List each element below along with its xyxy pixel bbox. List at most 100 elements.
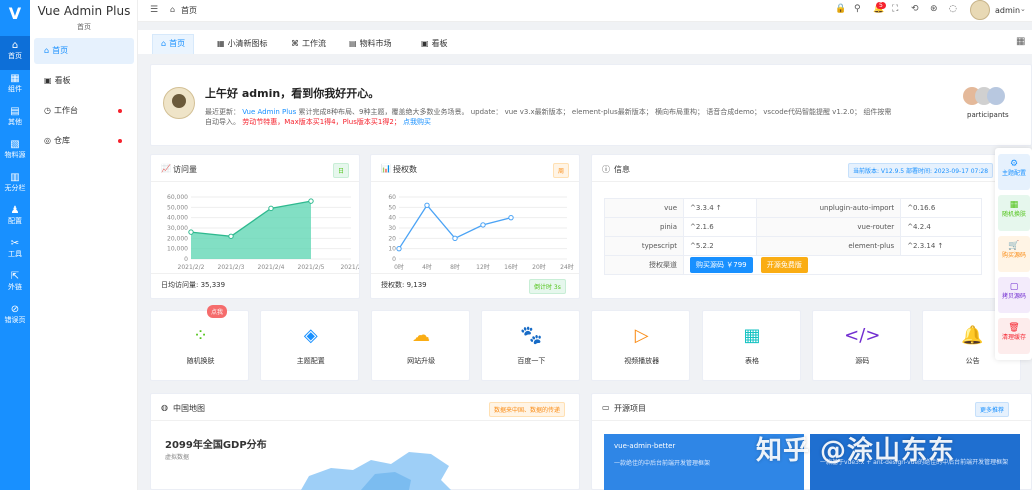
tab[interactable]: ⌘ 工作流 [282, 34, 335, 54]
rail-item[interactable]: ♟ 配置 [0, 201, 30, 235]
sidebar-label: 工作台 [53, 106, 78, 115]
quick-action-card[interactable]: ☁ 网站升级 [370, 310, 470, 381]
map-title: 中国地图 [173, 404, 205, 413]
map-heading: 2099年全国GDP分布 [165, 440, 267, 451]
quick-action-card[interactable]: ▷ 视频播放器 [591, 310, 691, 381]
rail-item[interactable]: ✂ 工具 [0, 234, 30, 268]
float-panel-item[interactable]: ▦ 随机换肤 [998, 195, 1030, 231]
buy-source-button[interactable]: 购买源码 ￥799 [690, 257, 753, 273]
y-tick-label: 30,000 [167, 225, 188, 232]
update-line: 最近更新： Vue Admin Plus 累计完成8种布局、9种主题，覆盖绝大多… [205, 107, 965, 117]
map-card: ◍ 中国地图 数据来中国、数据的传递 2099年全国GDP分布 虚拟数据 [150, 393, 580, 490]
refresh-icon[interactable]: ⟲ [911, 4, 919, 14]
rail-label: 错误页 [4, 316, 26, 324]
float-panel-item[interactable]: ▢ 拷贝源码 [998, 277, 1030, 313]
language-icon[interactable]: ◌ [949, 4, 957, 14]
auth-card: 📊 授权数 周 60 50 40 30 20 10 0 0时 4时 8时 12时 16时 20时 24时 … [370, 154, 580, 299]
tab-label: 看板 [431, 39, 448, 48]
sidebar-item[interactable]: ▣ 看板 [34, 68, 134, 94]
rail-label: 工具 [8, 250, 22, 258]
sidebar-item[interactable]: ◷ 工作台 [34, 98, 134, 124]
divider [151, 420, 579, 421]
quick-action-card[interactable]: </> 源码 [811, 310, 911, 381]
x-tick-label: 0时 [394, 263, 404, 271]
rail-item[interactable]: ⌂ 首页 [0, 36, 30, 70]
update-text: 累计完成8种布局、9种主题，覆盖绝大多数业务场景。 [298, 108, 469, 116]
visits-card: 📈 访问量 日 60,000 50,000 40,000 30,000 20,000 10… [150, 154, 360, 299]
dependency-row: pinia ^2.1.6 vue-router ^4.2.4 [603, 217, 982, 237]
quick-action-card[interactable]: ▦ 表格 [701, 310, 801, 381]
tab-label: 工作流 [302, 39, 326, 48]
quick-action-card[interactable]: 🐾 百度一下 [480, 310, 580, 381]
rail-label: 外链 [8, 283, 22, 291]
float-panel-item[interactable]: 🛒 购买源码 [998, 236, 1030, 272]
breadcrumb[interactable]: 首页 [181, 5, 197, 16]
tab[interactable]: ⌂ 首页 [152, 34, 195, 54]
tab-label: 首页 [169, 39, 186, 48]
divider [151, 273, 359, 274]
sub-sidebar: Vue Admin Plus 首页 ⌂ 首页 ▣ 看板 ◷ 工作台 ◎ 仓库 [30, 0, 138, 490]
rail-icon: ▧ [10, 139, 20, 150]
auth-footer: 授权数: 9,139 [381, 281, 427, 289]
countdown-tag: 倒计时 3s [529, 279, 566, 294]
brand-title: Vue Admin Plus [37, 4, 131, 18]
search-icon[interactable]: ⚲ [854, 4, 861, 14]
oss-tag[interactable]: 更多推荐 [975, 402, 1010, 417]
sidebar-item[interactable]: ◎ 仓库 [34, 128, 134, 154]
x-tick-label: 8时 [450, 263, 460, 271]
tab[interactable]: ▣ 看板 [412, 34, 457, 54]
data-point[interactable] [188, 229, 194, 235]
breadcrumb-home-icon: ⌂ [170, 5, 176, 14]
grid-icon[interactable]: ▦ [1016, 36, 1025, 47]
fold-menu-icon[interactable]: ☰ [150, 5, 158, 15]
rail-item[interactable]: ▦ 组件 [0, 69, 30, 103]
greeting: 上午好 admin，看到你我好开心。 [205, 87, 380, 100]
data-point[interactable] [228, 233, 234, 239]
data-point[interactable] [452, 235, 458, 242]
theme-icon[interactable]: ⊛ [930, 4, 938, 14]
rail-item[interactable]: ⊘ 错误页 [0, 300, 30, 334]
user-avatar[interactable] [970, 0, 990, 20]
lock-icon[interactable]: 🔒 [835, 4, 846, 14]
quick-action-card[interactable]: ⁘ 随机换肤 点我 [150, 305, 249, 381]
tab[interactable]: ▦ 小清新图标 [208, 34, 277, 54]
participants-label: participants [967, 111, 1009, 119]
data-point[interactable] [308, 198, 314, 204]
update-link[interactable]: Vue Admin Plus [242, 108, 296, 116]
tab-icon: ▦ [217, 39, 225, 48]
data-point[interactable] [508, 214, 514, 221]
quick-action-icon: ⁘ [192, 325, 209, 346]
data-point[interactable] [268, 205, 274, 212]
x-tick-label: 2021/2/2 [178, 264, 205, 271]
rail-item[interactable]: ⇱ 外链 [0, 267, 30, 301]
free-version-button[interactable]: 开源免费版 [760, 257, 808, 273]
sidebar-item[interactable]: ⌂ 首页 [34, 38, 134, 64]
app-logo[interactable]: V [4, 4, 26, 24]
china-map[interactable] [291, 446, 461, 490]
chevron-down-icon[interactable]: ⌄ [1020, 5, 1026, 13]
divider [592, 420, 1031, 421]
data-point[interactable] [396, 245, 402, 252]
fullscreen-icon[interactable]: ⛶ [892, 4, 898, 14]
tab[interactable]: ▤ 物料市场 [340, 34, 401, 54]
series-line [398, 204, 512, 250]
quick-action-card[interactable]: ◈ 主题配置 [260, 310, 360, 381]
rail-item[interactable]: ▥ 无分栏 [0, 168, 30, 202]
main-nav-rail: V ⌂ 首页 ▦ 组件 ▤ 其他 ▧ 物料源 ▥ 无分栏 ♟ 配置 ✂ 工具 ⇱ 外链 ⊘ 错误页 [0, 0, 30, 490]
sidebar-label: 首页 [52, 46, 69, 55]
rail-label: 其他 [8, 118, 22, 126]
y-tick-label: 10,000 [167, 246, 188, 253]
dependency-table: vue ^3.3.4 ↑ unplugin-auto-import ^0.16.6 pi… [603, 198, 982, 275]
float-panel-item[interactable]: 🗑 清理缓存 [998, 318, 1030, 354]
sidebar-icon: ◷ [44, 106, 51, 115]
rail-icon: ⇱ [10, 271, 20, 282]
data-point[interactable] [480, 222, 486, 228]
area-fill [191, 201, 311, 259]
data-point[interactable] [424, 202, 430, 208]
promo-link[interactable]: 点我购买 [403, 118, 431, 126]
rail-item[interactable]: ▧ 物料源 [0, 135, 30, 169]
username[interactable]: admin [995, 6, 1020, 15]
quick-action-icon: ▷ [634, 325, 649, 346]
float-panel-item[interactable]: ⚙ 主题配置 [998, 154, 1030, 190]
rail-item[interactable]: ▤ 其他 [0, 102, 30, 136]
